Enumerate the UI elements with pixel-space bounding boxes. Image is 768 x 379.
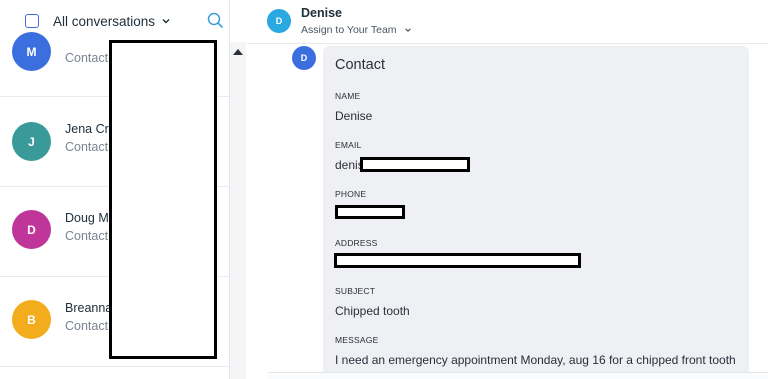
avatar: D [267,9,291,33]
redaction-box [334,253,581,268]
chevron-down-icon [404,28,411,32]
avatar: B [12,300,51,339]
conversation-subtitle: Contact [65,229,109,243]
card-title: Contact [335,57,385,73]
avatar: M [12,32,51,71]
phone-label: PHONE [335,189,367,199]
avatar: D [12,210,51,249]
redaction-box [360,157,470,172]
message-label: MESSAGE [335,335,379,345]
avatar: D [292,46,316,70]
email-label: EMAIL [335,140,362,150]
avatar: J [12,122,51,161]
name-value: Denise [335,109,373,123]
conversation-subtitle: Contact [65,319,109,333]
address-label: ADDRESS [335,238,378,248]
redaction-box [109,40,217,359]
conversation-list-panel: All conversations M Contact J Jena Cre C… [0,0,230,379]
contact-name: Denise [301,6,342,20]
assign-team-label: Assign to Your Team [301,24,397,36]
conversation-name: Breanna [65,301,113,315]
composer-edge [268,372,768,379]
contact-card: Contact NAME Denise EMAIL denis PHONE AD… [323,46,749,379]
subject-label: SUBJECT [335,286,376,296]
conversation-detail-panel: D Denise Assign to Your Team D Contact N… [247,0,768,379]
conversation-subtitle: Contact [65,140,109,154]
redaction-box [335,205,405,219]
conversation-header: D Denise Assign to Your Team [247,0,768,44]
name-label: NAME [335,91,361,101]
conversation-name: Doug Mc [65,211,116,225]
scrollbar[interactable] [230,42,246,379]
arrow-up-icon[interactable] [233,49,243,55]
assign-team-dropdown[interactable]: Assign to Your Team [301,24,412,36]
subject-value: Chipped tooth [335,304,410,318]
message-value: I need an emergency appointment Monday, … [335,353,736,367]
conversation-subtitle: Contact [65,51,109,65]
